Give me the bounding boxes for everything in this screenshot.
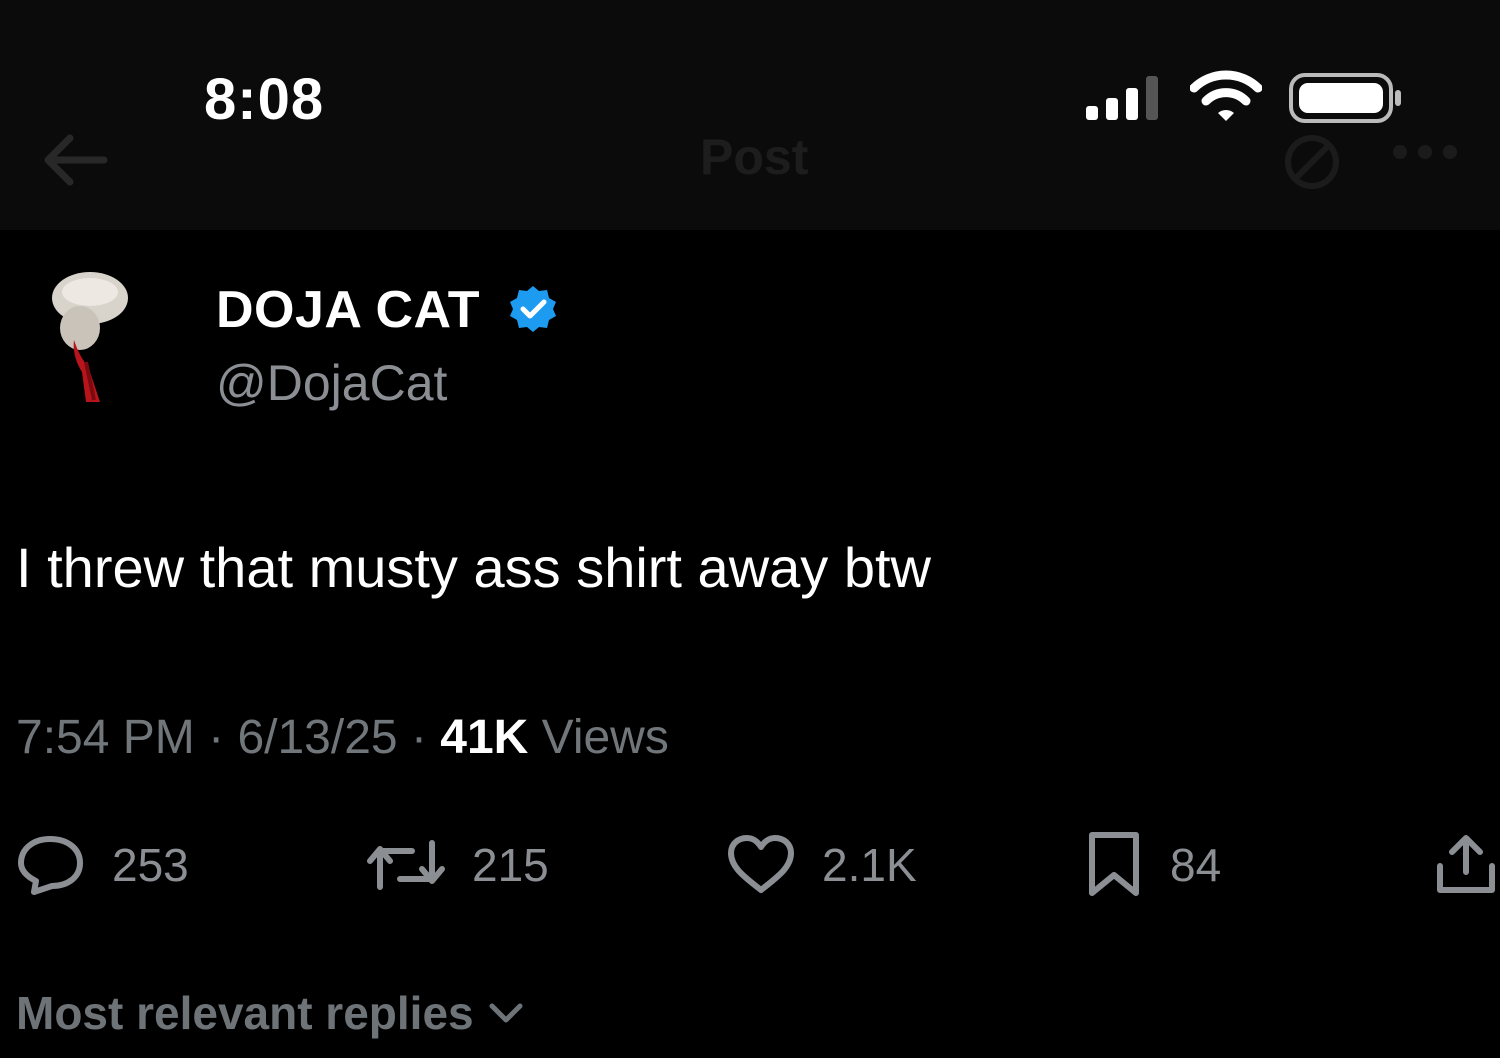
more-icon[interactable] [1390, 142, 1460, 162]
status-time: 8:08 [204, 67, 325, 132]
verified-badge-icon[interactable] [508, 284, 558, 334]
avatar[interactable] [28, 262, 138, 412]
top-bar: 8:08 Post [0, 0, 1500, 230]
replies-sort-dropdown[interactable]: Most relevant replies [16, 986, 526, 1040]
tweet-date[interactable]: 6/13/25 [237, 711, 397, 764]
replies-sort-label: Most relevant replies [16, 987, 474, 1039]
signal-icon [1086, 76, 1158, 120]
reply-button[interactable]: 253 [16, 832, 189, 898]
display-name[interactable]: DOJA CAT [216, 280, 480, 340]
post-screen: 8:08 Post DOJA CAT @DojaCat I threw that… [0, 0, 1500, 1058]
views-label: Views [541, 711, 669, 764]
views-count[interactable]: 41K [440, 711, 528, 764]
meta-separator: · [208, 711, 225, 764]
share-button[interactable] [1434, 832, 1498, 898]
grok-icon[interactable] [1280, 130, 1344, 194]
tweet-text: I threw that musty ass shirt away btw [16, 536, 931, 599]
share-icon [1437, 835, 1495, 893]
retweet-icon [367, 840, 445, 890]
back-arrow-icon[interactable] [40, 130, 110, 190]
heart-icon [728, 835, 794, 893]
retweet-count: 215 [472, 839, 549, 891]
tweet-time[interactable]: 7:54 PM [16, 711, 195, 764]
meta-separator: · [410, 711, 427, 764]
like-count: 2.1K [822, 839, 917, 891]
reply-icon [18, 836, 83, 895]
chevron-down-icon [489, 1003, 523, 1023]
tweet-meta: 7:54 PM · 6/13/25 · 41K Views [16, 710, 669, 765]
bookmark-icon [1089, 832, 1139, 896]
reply-count: 253 [112, 839, 189, 891]
user-handle[interactable]: @DojaCat [216, 354, 447, 412]
bookmark-count: 84 [1170, 839, 1222, 891]
like-button[interactable]: 2.1K [726, 832, 917, 898]
wifi-icon [1190, 70, 1262, 121]
nav-title: Post [700, 129, 809, 185]
battery-icon [1289, 73, 1401, 123]
retweet-button[interactable]: 215 [366, 832, 549, 898]
bookmark-button[interactable]: 84 [1084, 832, 1221, 898]
